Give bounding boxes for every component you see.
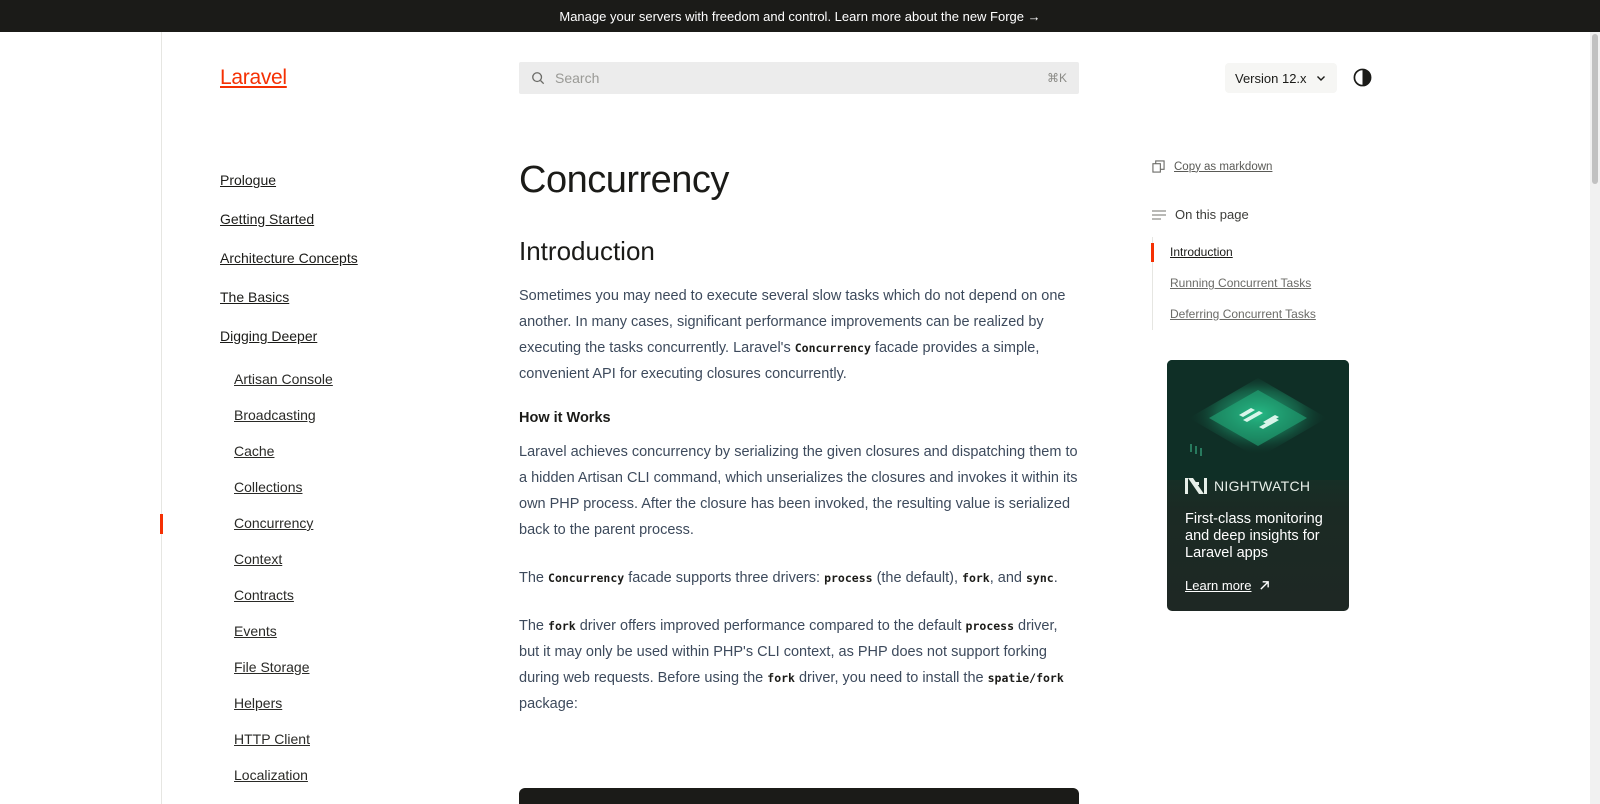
nightwatch-logo-icon [1185,478,1207,494]
copy-as-markdown-button[interactable]: Copy as markdown [1152,160,1272,173]
sidebar-active-indicator [160,514,163,534]
nightwatch-tagline: First-class monitoring and deep insights… [1185,511,1323,561]
sidebar-subitem-collections[interactable]: Collections [220,477,460,513]
on-this-page-heading: On this page [1152,207,1249,222]
section-heading-introduction: Introduction [519,236,655,266]
sidebar-subitem-http-client[interactable]: HTTP Client [220,729,460,765]
page-left-border [161,32,162,804]
sidebar-subitem-broadcasting[interactable]: Broadcasting [220,405,460,441]
subheading-how-it-works: How it Works [519,410,611,426]
sidebar-subitem-contracts[interactable]: Contracts [220,585,460,621]
code-block [519,788,1079,804]
nightwatch-ad-card[interactable]: NIGHTWATCH First-class monitoring and de… [1167,360,1349,611]
sidebar-item-prologue[interactable]: Prologue [220,168,460,207]
sidebar-item-getting-started[interactable]: Getting Started [220,207,460,246]
page-title: Concurrency [519,159,729,201]
sidebar-item-digging-deeper[interactable]: Digging Deeper [220,324,460,363]
list-icon [1152,209,1166,220]
sidebar-subitem-cache[interactable]: Cache [220,441,460,477]
search-bar[interactable]: ⌘K [519,62,1079,94]
sidebar-subitem-localization[interactable]: Localization [220,765,460,801]
sidebar-item-architecture-concepts[interactable]: Architecture Concepts [220,246,460,285]
sidebar-subitem-context[interactable]: Context [220,549,460,585]
toc-item-introduction[interactable]: Introduction [1151,237,1352,268]
nightwatch-graphic [1167,360,1349,480]
main-content: Concurrency Introduction Sometimes you m… [519,155,1079,717]
table-of-contents: Introduction Running Concurrent Tasks De… [1151,237,1352,330]
sidebar-subitem-artisan-console[interactable]: Artisan Console [220,369,460,405]
scrollbar-thumb[interactable] [1592,34,1598,184]
banner-link[interactable]: Manage your servers with freedom and con… [559,9,1040,24]
sidebar-subitem-helpers[interactable]: Helpers [220,693,460,729]
search-input[interactable] [555,70,1047,86]
intro-paragraph: Sometimes you may need to execute severa… [519,288,1066,382]
nightwatch-learn-more-link[interactable]: Learn more [1185,578,1270,593]
arrow-up-right-icon [1260,581,1270,590]
search-shortcut: ⌘K [1046,71,1067,85]
drivers-paragraph: The Concurrency facade supports three dr… [519,570,1058,586]
copy-as-markdown-label: Copy as markdown [1174,160,1273,173]
version-label: Version 12.x [1235,70,1307,86]
sidebar-subitem-events[interactable]: Events [220,621,460,657]
toc-item-running-concurrent-tasks[interactable]: Running Concurrent Tasks [1153,268,1352,299]
theme-toggle-icon[interactable] [1353,68,1372,87]
search-icon [532,72,545,85]
fork-driver-paragraph: The fork driver offers improved performa… [519,618,1064,712]
docs-sidebar: Prologue Getting Started Architecture Co… [220,168,460,801]
laravel-logo[interactable]: Laravel [220,66,287,90]
sidebar-subitem-file-storage[interactable]: File Storage [220,657,460,693]
copy-icon [1152,160,1165,173]
nightwatch-brand: NIGHTWATCH [1185,478,1310,494]
sidebar-subitem-concurrency[interactable]: Concurrency [220,513,460,549]
chevron-down-icon [1316,76,1325,81]
how-it-works-paragraph: Laravel achieves concurrency by serializ… [519,444,1078,538]
sidebar-item-the-basics[interactable]: The Basics [220,285,460,324]
toc-item-deferring-concurrent-tasks[interactable]: Deferring Concurrent Tasks [1153,299,1352,330]
version-selector[interactable]: Version 12.x [1225,63,1337,93]
page-scrollbar[interactable] [1590,32,1600,804]
announcement-banner: Manage your servers with freedom and con… [0,0,1600,32]
